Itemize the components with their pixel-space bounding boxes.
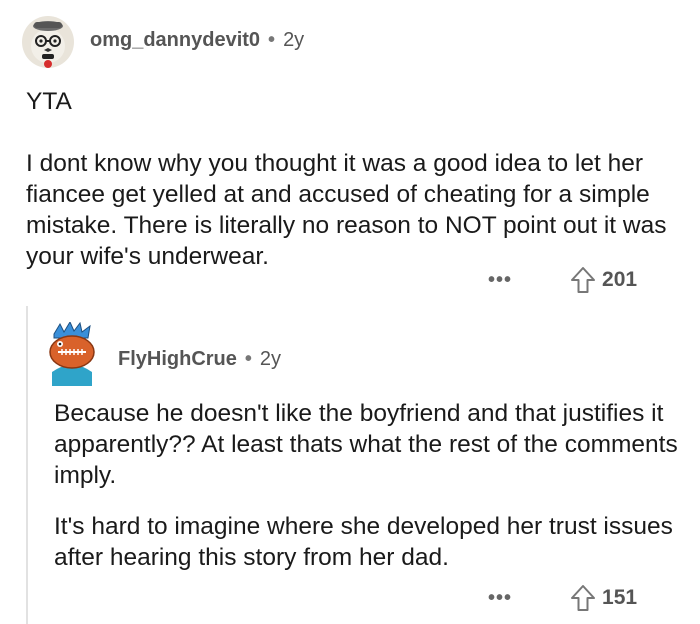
comment-text: I dont know why you thought it was a goo… — [26, 150, 667, 270]
reply-meta-separator: • — [244, 348, 252, 370]
comment-meta: omg_dannydevit0 • 2y — [90, 29, 304, 52]
comment-verdict: YTA — [26, 88, 72, 115]
thread-line[interactable] — [26, 306, 28, 624]
upvote-count: 201 — [602, 268, 638, 291]
author-name[interactable]: omg_dannydevit0 — [90, 29, 260, 52]
snoo-football-avatar[interactable] — [46, 322, 96, 386]
reply-body: Because he doesn't like the boyfriend an… — [54, 398, 684, 573]
reply-author-name[interactable]: FlyHighCrue — [118, 348, 237, 371]
more-options-button[interactable]: ••• — [488, 269, 512, 292]
upvote-arrow-icon — [571, 267, 596, 293]
comment-age: 2y — [283, 29, 305, 51]
comment-actions: ••• 201 — [488, 266, 637, 294]
reply-more-options-button[interactable]: ••• — [488, 587, 512, 610]
reply-upvote-button[interactable]: 151 — [570, 584, 637, 612]
reply-upvote-count: 151 — [602, 586, 638, 609]
reply-actions: ••• 151 — [488, 584, 637, 612]
reply-meta: FlyHighCrue • 2y — [118, 348, 281, 371]
upvote-button[interactable]: 201 — [570, 266, 637, 294]
upvote-arrow-icon — [571, 585, 596, 611]
cat-with-glasses-avatar[interactable] — [22, 16, 74, 68]
meta-separator: • — [268, 29, 276, 51]
comment-body: YTA I dont know why you thought it was a… — [26, 86, 676, 272]
reply-paragraph: It's hard to imagine where she developed… — [54, 513, 673, 571]
reply-age: 2y — [259, 348, 282, 370]
reply-paragraph: Because he doesn't like the boyfriend an… — [54, 400, 678, 489]
